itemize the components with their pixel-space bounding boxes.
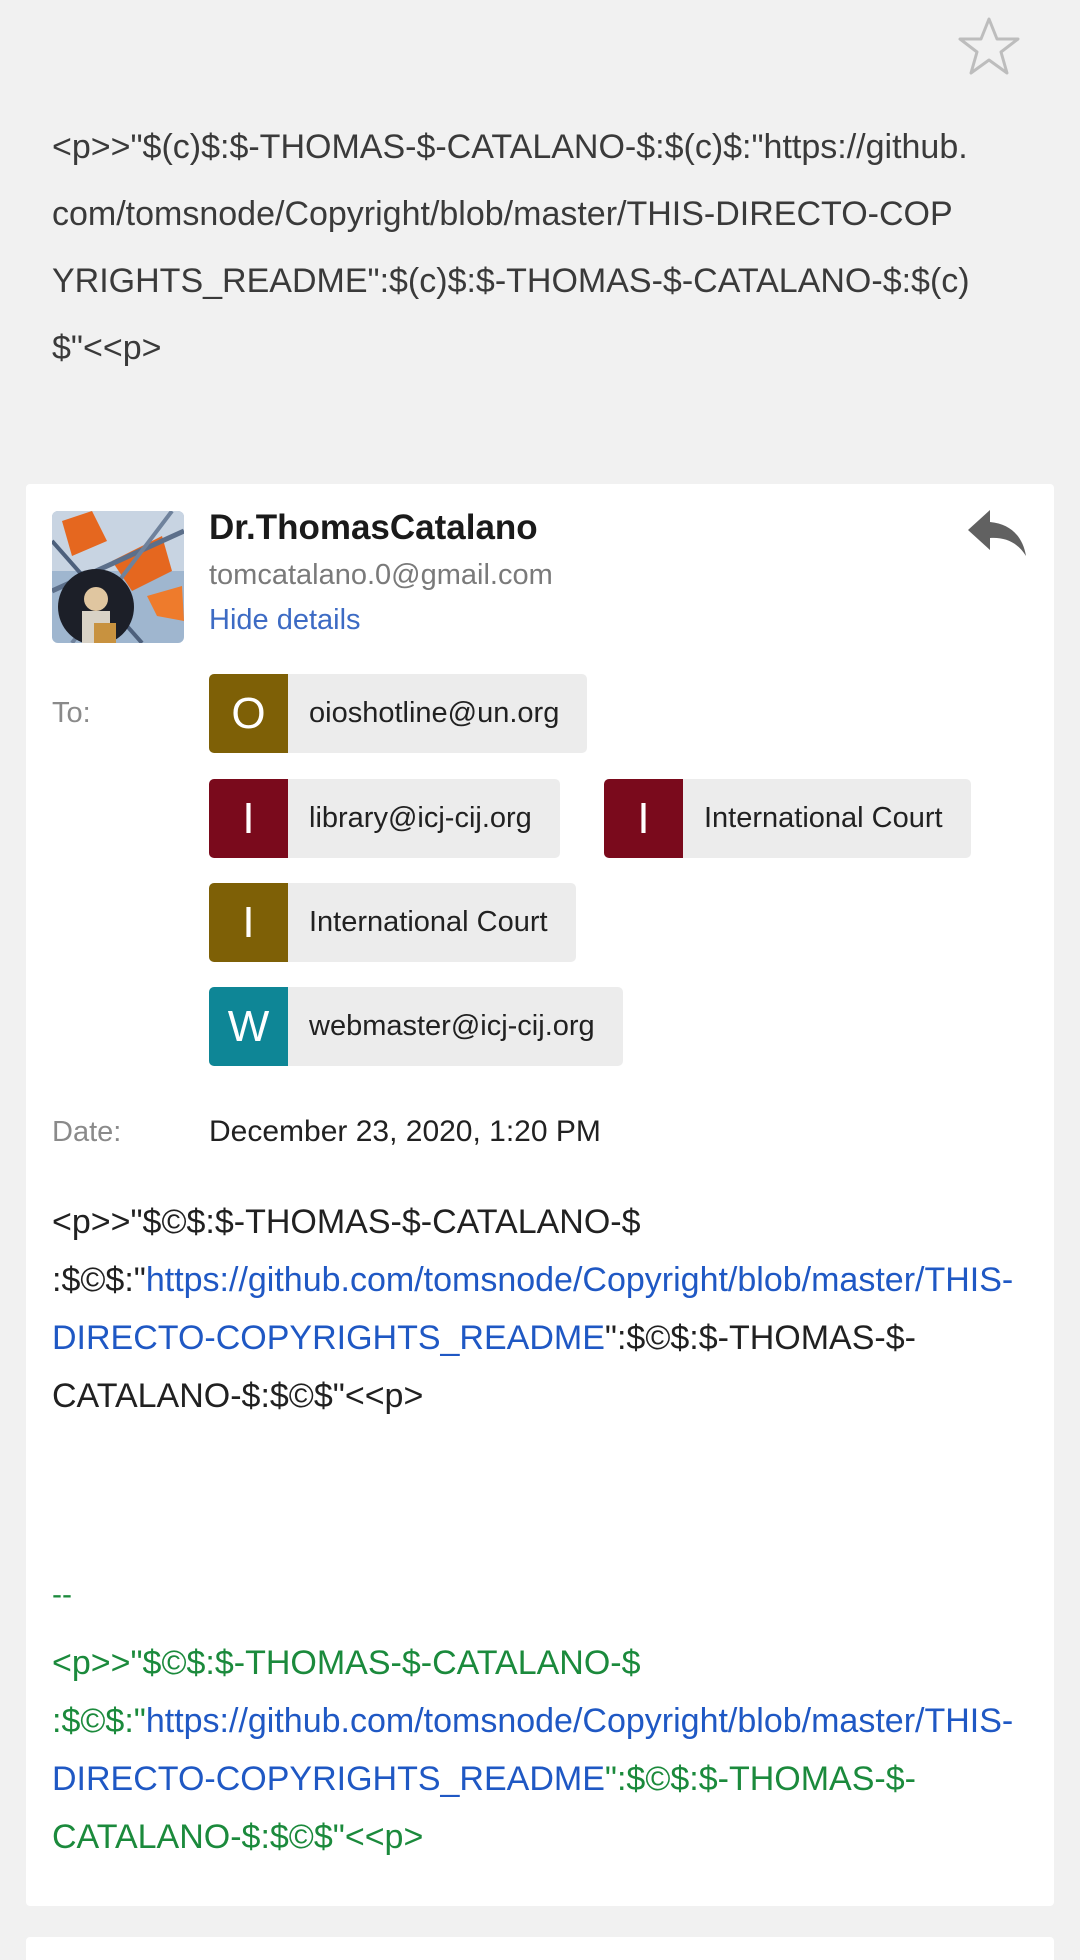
recipient-chip[interactable]: I International Court — [604, 779, 971, 858]
sender-name: Dr.ThomasCatalano — [209, 508, 538, 547]
recipient-text: International Court — [309, 906, 548, 938]
recipient-text: webmaster@icj-cij.org — [309, 1010, 595, 1042]
next-message-card[interactable] — [26, 1937, 1054, 1960]
recipient-initial: I — [209, 779, 288, 858]
email-subject: <p>>"$(c)$:$-THOMAS-$-CATALANO-$:$(c)$:"… — [52, 128, 970, 367]
email-view: <p>>"$(c)$:$-THOMAS-$-CATALANO-$:$(c)$:"… — [0, 0, 1080, 1960]
recipient-text: International Court — [704, 802, 943, 834]
to-label: To: — [52, 697, 91, 729]
recipient-initial: I — [209, 883, 288, 962]
recipient-initial: W — [209, 987, 288, 1066]
recipient-initial: O — [209, 674, 288, 753]
message-body: <p>>"$©$:$-THOMAS-$-CATALANO-$ :$©$:"htt… — [52, 1193, 1042, 1425]
date-value: December 23, 2020, 1:20 PM — [209, 1115, 601, 1148]
recipient-chip[interactable]: W webmaster@icj-cij.org — [209, 987, 623, 1066]
sender-email: tomcatalano.0@gmail.com — [209, 559, 553, 591]
sender-avatar[interactable] — [52, 511, 184, 643]
signature-separator: -- — [52, 1578, 72, 1611]
reply-icon[interactable] — [966, 506, 1028, 560]
recipient-text: library@icj-cij.org — [309, 802, 532, 834]
message-card: Dr.ThomasCatalano tomcatalano.0@gmail.co… — [26, 484, 1054, 1906]
recipient-chip[interactable]: I library@icj-cij.org — [209, 779, 560, 858]
recipient-chip[interactable]: O oioshotline@un.org — [209, 674, 588, 753]
recipient-initial: I — [604, 779, 683, 858]
signature: <p>>"$©$:$-THOMAS-$-CATALANO-$ :$©$:"htt… — [52, 1634, 1042, 1866]
hide-details-link[interactable]: Hide details — [209, 604, 361, 637]
star-icon[interactable] — [957, 15, 1021, 79]
recipient-chip[interactable]: I International Court — [209, 883, 576, 962]
date-label: Date: — [52, 1116, 122, 1148]
recipient-text: oioshotline@un.org — [309, 697, 560, 729]
